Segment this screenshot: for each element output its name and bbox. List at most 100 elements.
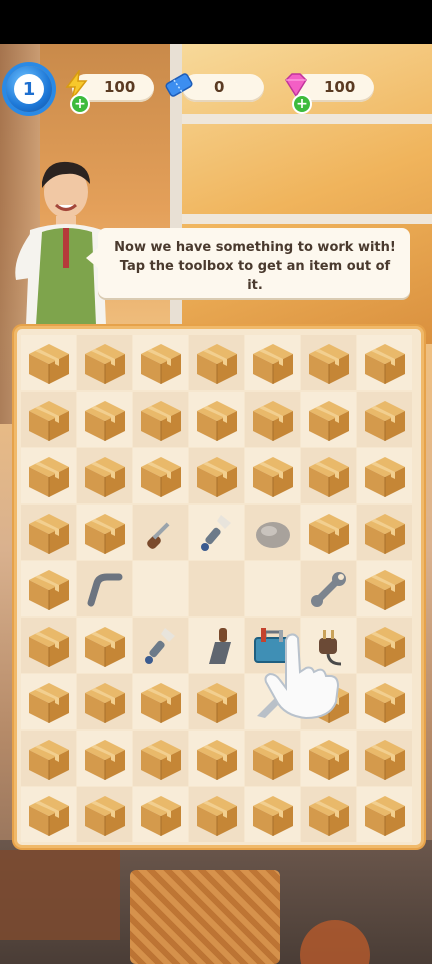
board-cell[interactable] (245, 504, 300, 560)
board-cell[interactable] (245, 730, 300, 786)
board-cell[interactable] (245, 787, 300, 842)
cardboard-box-icon (305, 340, 352, 386)
cardboard-box-icon (81, 453, 128, 499)
board-cell[interactable] (133, 730, 188, 786)
board-cell[interactable] (357, 617, 412, 673)
cardboard-box-icon (249, 453, 296, 499)
gems-value: 100 (324, 78, 356, 96)
dialog-line-2: Tap the toolbox to get an item out of it… (119, 259, 391, 293)
board-cell[interactable] (189, 674, 244, 729)
board-cell[interactable] (357, 335, 412, 390)
cardboard-box-icon (361, 340, 408, 386)
cardboard-box-icon (193, 736, 240, 782)
board-cell-empty[interactable] (189, 561, 244, 616)
board-cell[interactable] (21, 335, 76, 390)
merge-board (14, 326, 424, 848)
board-cell[interactable] (301, 561, 356, 616)
dialog-line-1: Now we have something to work with! (114, 240, 396, 255)
board-cell[interactable] (77, 730, 132, 786)
board-cell[interactable] (357, 787, 412, 842)
board-cell[interactable] (133, 335, 188, 390)
cardboard-box-icon (305, 397, 352, 443)
board-cell[interactable] (77, 674, 132, 729)
cardboard-box-icon (193, 792, 240, 838)
board-cell[interactable] (357, 561, 412, 616)
board-cell[interactable] (357, 730, 412, 786)
board-cell[interactable] (357, 391, 412, 447)
screwdriver-icon (139, 511, 183, 555)
board-cell[interactable] (357, 504, 412, 560)
game-screen: 1 100 + 0 100 + Now we have something to… (0, 0, 432, 964)
cardboard-box-icon (305, 510, 352, 556)
energy-value: 100 (104, 78, 136, 96)
board-cell[interactable] (245, 448, 300, 503)
tickets-counter[interactable]: 0 (182, 74, 264, 102)
board-cell[interactable] (21, 787, 76, 842)
add-energy-button[interactable]: + (70, 94, 90, 114)
board-cell[interactable] (21, 448, 76, 503)
board-cell[interactable] (357, 674, 412, 729)
cardboard-box-icon (81, 510, 128, 556)
board-cell[interactable] (133, 504, 188, 560)
chisel-icon (195, 624, 239, 668)
table-decor (0, 850, 120, 940)
board-cell[interactable] (77, 617, 132, 673)
board-cell[interactable] (189, 787, 244, 842)
board-cell[interactable] (133, 391, 188, 447)
cardboard-box-icon (81, 340, 128, 386)
board-cell[interactable] (189, 391, 244, 447)
board-cell[interactable] (21, 504, 76, 560)
board-cell[interactable] (301, 391, 356, 447)
cardboard-box-icon (81, 397, 128, 443)
board-cell[interactable] (77, 448, 132, 503)
board-cell[interactable] (133, 787, 188, 842)
board-cell[interactable] (189, 448, 244, 503)
board-cell[interactable] (245, 335, 300, 390)
board-cell[interactable] (301, 787, 356, 842)
level-badge[interactable]: 1 (6, 66, 52, 112)
cardboard-box-icon (361, 736, 408, 782)
board-cell[interactable] (301, 448, 356, 503)
board-cell-empty[interactable] (133, 561, 188, 616)
board-cell[interactable] (77, 504, 132, 560)
cardboard-box-icon (81, 736, 128, 782)
tickets-value: 0 (214, 78, 225, 96)
board-cell[interactable] (301, 730, 356, 786)
cardboard-box-icon (361, 397, 408, 443)
board-cell[interactable] (21, 391, 76, 447)
board-cell[interactable] (189, 617, 244, 673)
board-cell[interactable] (189, 730, 244, 786)
board-cell[interactable] (133, 674, 188, 729)
board-cell[interactable] (21, 730, 76, 786)
board-cell[interactable] (21, 617, 76, 673)
board-cell[interactable] (77, 561, 132, 616)
board-cell[interactable] (21, 674, 76, 729)
cardboard-box-icon (25, 566, 72, 612)
board-cell[interactable] (357, 448, 412, 503)
board-cell[interactable] (189, 335, 244, 390)
board-cell[interactable] (133, 617, 188, 673)
board-cell[interactable] (77, 391, 132, 447)
board-cell[interactable] (189, 504, 244, 560)
cardboard-box-icon (305, 453, 352, 499)
cardboard-box-icon (81, 623, 128, 669)
cardboard-box-icon (361, 453, 408, 499)
cardboard-box-icon (193, 397, 240, 443)
cardboard-box-icon (25, 453, 72, 499)
board-cell[interactable] (77, 787, 132, 842)
board-cell[interactable] (21, 561, 76, 616)
board-cell[interactable] (301, 335, 356, 390)
cardboard-box-icon (25, 792, 72, 838)
tutorial-hand-pointer-icon (264, 633, 340, 720)
tutorial-speech-bubble: Now we have something to work with! Tap … (86, 228, 410, 298)
ticket-icon (165, 73, 193, 97)
cardboard-box-icon (249, 736, 296, 782)
cardboard-box-icon (137, 736, 184, 782)
board-cell[interactable] (301, 504, 356, 560)
cardboard-box-icon (361, 679, 408, 725)
add-gems-button[interactable]: + (292, 94, 312, 114)
board-cell-empty[interactable] (245, 561, 300, 616)
board-cell[interactable] (245, 391, 300, 447)
board-cell[interactable] (77, 335, 132, 390)
board-cell[interactable] (133, 448, 188, 503)
